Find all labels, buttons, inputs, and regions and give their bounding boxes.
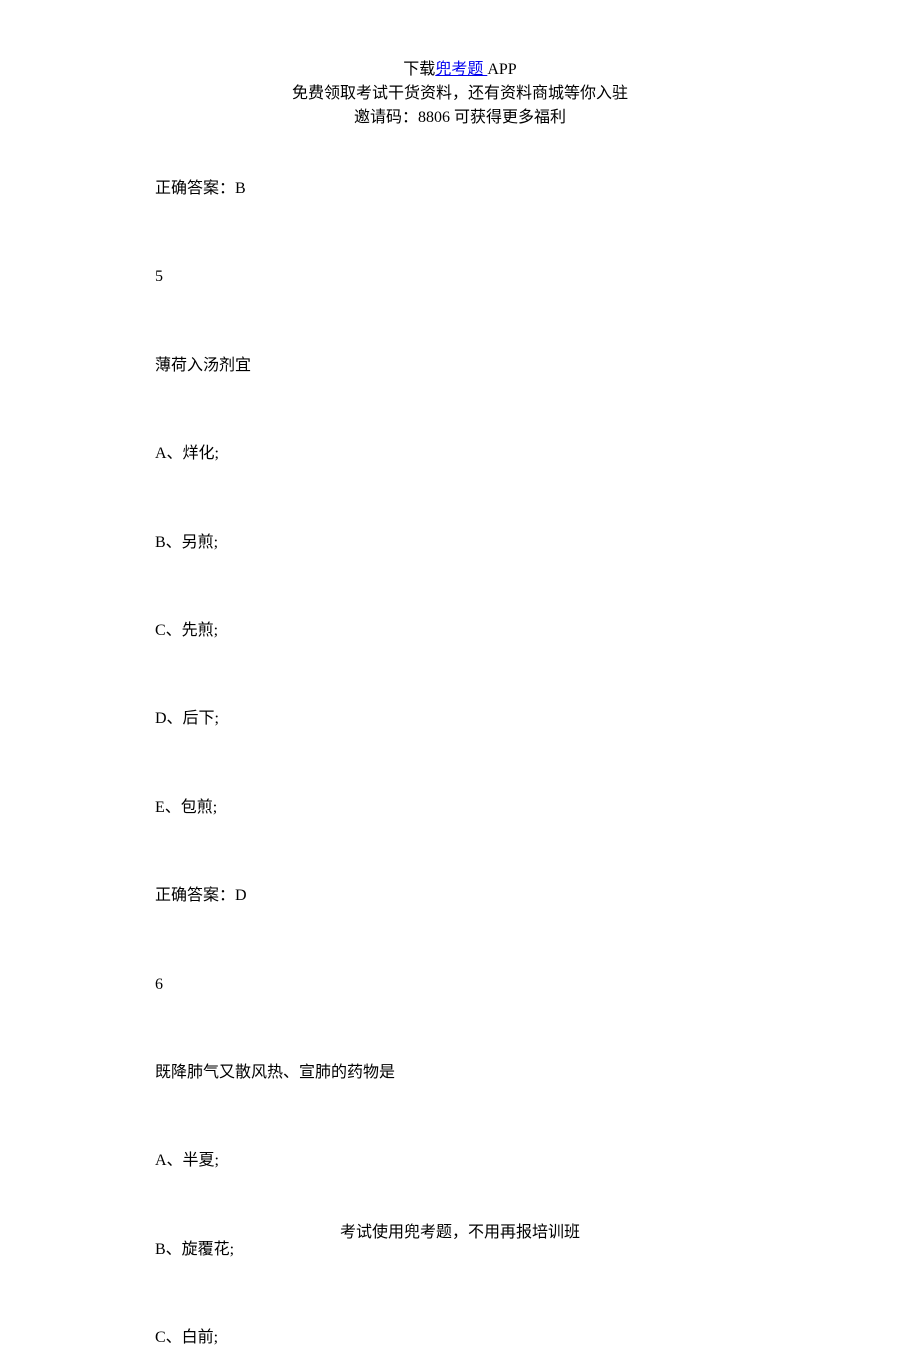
question-5-text: 薄荷入汤剂宜 [155, 355, 800, 377]
question-6-option-b: B、旋覆花; [155, 1239, 800, 1261]
question-6-text: 既降肺气又散风热、宣肺的药物是 [155, 1062, 800, 1084]
header-line-1: 下载兜考题 APP [0, 58, 920, 82]
question-5-option-d: D、后下; [155, 708, 800, 730]
question-5-answer: 正确答案：D [155, 885, 800, 907]
question-6-option-a: A、半夏; [155, 1150, 800, 1172]
question-5-option-b: B、另煎; [155, 532, 800, 554]
question-6-option-c: C、白前; [155, 1327, 800, 1349]
question-5-option-e: E、包煎; [155, 797, 800, 819]
previous-answer: 正确答案：B [155, 178, 800, 200]
download-suffix: APP [487, 61, 516, 78]
question-5-option-a: A、烊化; [155, 443, 800, 465]
page-footer: 考试使用兜考题，不用再报培训班 [0, 1218, 920, 1242]
page-header: 下载兜考题 APP 免费领取考试干货资料，还有资料商城等你入驻 邀请码：8806… [0, 0, 920, 130]
header-line-2: 免费领取考试干货资料，还有资料商城等你入驻 [0, 82, 920, 106]
header-line-3: 邀请码：8806 可获得更多福利 [0, 106, 920, 130]
app-link[interactable]: 兜考题 [435, 61, 487, 78]
footer-text: 考试使用兜考题，不用再报培训班 [340, 1224, 580, 1241]
document-content: 正确答案：B 5 薄荷入汤剂宜 A、烊化; B、另煎; C、先煎; D、后下; … [0, 130, 920, 1349]
question-6-number: 6 [155, 974, 800, 996]
download-prefix: 下载 [403, 61, 435, 78]
question-5-number: 5 [155, 266, 800, 288]
question-5-option-c: C、先煎; [155, 620, 800, 642]
